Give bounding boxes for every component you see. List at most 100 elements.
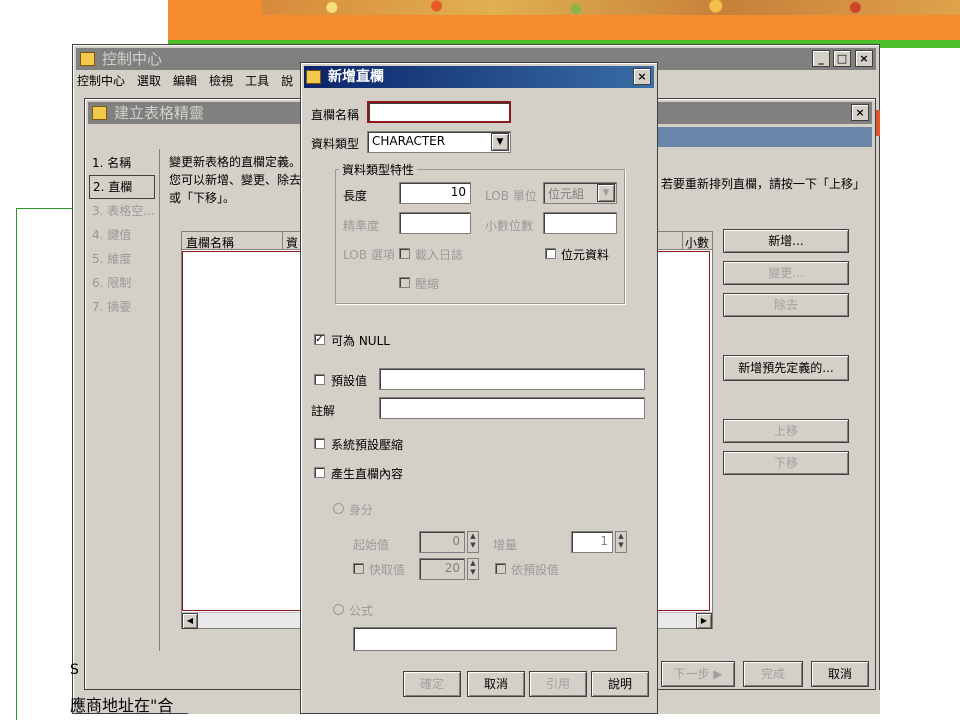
finish-button[interactable]: 完成 — [743, 661, 803, 687]
dialog-cancel-button[interactable]: 取消 — [467, 671, 525, 697]
step-constraints[interactable]: 6. 限制 — [89, 271, 155, 295]
remove-column-button[interactable]: 除去 — [723, 293, 849, 317]
step-summary[interactable]: 7. 摘要 — [89, 295, 155, 319]
header-scale[interactable]: 小數 — [685, 234, 709, 251]
nullable-checkbox[interactable]: ✓ — [314, 334, 325, 345]
dialog-close-button[interactable]: × — [633, 68, 651, 85]
add-predefined-button[interactable]: 新增預先定義的... — [723, 355, 849, 381]
maximize-button[interactable]: □ — [833, 50, 851, 67]
menu-item-view[interactable]: 檢視 — [209, 71, 233, 91]
wizard-banner — [657, 127, 872, 147]
length-label: 長度 — [343, 189, 368, 203]
comment-label: 註解 — [311, 404, 336, 418]
default-increment-label: 依預設值 — [511, 563, 560, 577]
data-type-properties-title: 資料類型特性 — [339, 161, 418, 178]
change-column-button[interactable]: 變更... — [723, 261, 849, 285]
logged-checkbox[interactable] — [399, 248, 410, 259]
column-name-input[interactable] — [367, 101, 511, 123]
header-column-name[interactable]: 直欄名稱 — [186, 234, 234, 251]
compact-label: 壓縮 — [415, 277, 440, 291]
add-column-button[interactable]: 新增... — [723, 229, 849, 253]
lob-unit-label: LOB 單位 — [485, 189, 537, 203]
minimize-button[interactable]: _ — [812, 50, 830, 67]
dialog-title: 新增直欄 — [328, 69, 384, 85]
start-spinner-icon[interactable]: ▲ ▼ — [467, 531, 479, 553]
help-button[interactable]: 說明 — [591, 671, 649, 697]
step-keys[interactable]: 4. 鍵值 — [89, 223, 155, 247]
menu-item-edit[interactable]: 編輯 — [173, 71, 197, 91]
generate-column-label: 產生直欄內容 — [331, 467, 404, 481]
move-up-button[interactable]: 上移 — [723, 419, 849, 443]
lob-unit-value: 位元組 — [548, 187, 585, 201]
increment-input[interactable]: 1 — [571, 531, 613, 553]
lob-options-label: LOB 選項 — [343, 248, 395, 262]
increment-spinner-icon[interactable]: ▲ ▼ — [615, 531, 627, 553]
default-checkbox[interactable] — [314, 374, 325, 385]
system-compress-label: 系統預設壓縮 — [331, 438, 404, 452]
step-tablespace[interactable]: 3. 表格空... — [89, 199, 155, 223]
default-value-input[interactable] — [379, 368, 645, 390]
dialog-icon — [306, 70, 321, 84]
scale-input[interactable] — [543, 212, 617, 234]
header-divider-right — [682, 232, 683, 250]
lob-unit-chevron-icon[interactable]: ▼ — [597, 184, 615, 202]
formula-radio[interactable] — [333, 604, 344, 615]
wizard-icon — [92, 106, 107, 120]
slide-banner-flowers — [262, 0, 960, 15]
wizard-description-right: 若要重新排列直欄，請按一下「上移」 — [661, 177, 866, 191]
next-button[interactable]: 下一步 ▶ — [661, 661, 735, 687]
slide-bottom-text-top: S — [70, 662, 79, 678]
identity-label: 身分 — [349, 503, 374, 517]
precision-input[interactable] — [399, 212, 471, 234]
add-column-dialog: 新增直欄 × 直欄名稱 資料類型 CHARACTER ▼ 資料類型特性 長度 1… — [300, 62, 658, 714]
scroll-left-arrow-icon[interactable]: ◀ — [182, 613, 198, 629]
ok-button[interactable]: 確定 — [403, 671, 461, 697]
increment-value: 1 — [600, 534, 608, 548]
wizard-description-3: 或「下移」。 — [169, 191, 236, 205]
menu-item-control-center[interactable]: 控制中心 — [77, 71, 125, 91]
compact-checkbox[interactable] — [399, 277, 410, 288]
comment-input[interactable] — [379, 397, 645, 419]
formula-label: 公式 — [349, 604, 374, 618]
default-increment-checkbox[interactable] — [495, 563, 506, 574]
menu-item-help[interactable]: 說 — [281, 71, 293, 91]
step-columns[interactable]: 2. 直欄 — [89, 175, 155, 199]
generate-column-checkbox[interactable] — [314, 467, 325, 478]
step-name[interactable]: 1. 名稱 — [89, 151, 155, 175]
apply-button[interactable]: 引用 — [529, 671, 587, 697]
precision-label: 精準度 — [343, 219, 380, 233]
move-down-button[interactable]: 下移 — [723, 451, 849, 475]
system-compress-checkbox[interactable] — [314, 438, 325, 449]
cache-value: 20 — [444, 561, 460, 575]
length-input[interactable]: 10 — [399, 182, 471, 204]
wizard-title: 建立表格精靈 — [114, 104, 205, 122]
cache-label: 快取值 — [369, 563, 406, 577]
step-dimensions[interactable]: 5. 維度 — [89, 247, 155, 271]
header-divider — [282, 232, 283, 250]
wizard-cancel-button[interactable]: 取消 — [811, 661, 869, 687]
cache-spinner-icon[interactable]: ▲ ▼ — [467, 558, 479, 580]
start-label: 起始值 — [353, 538, 390, 552]
lob-unit-select[interactable]: 位元組 ▼ — [543, 182, 617, 204]
scroll-right-arrow-icon[interactable]: ▶ — [696, 613, 712, 629]
column-name-label: 直欄名稱 — [311, 108, 360, 122]
wizard-close-button[interactable]: × — [851, 104, 869, 121]
cache-input[interactable]: 20 — [419, 558, 465, 580]
wizard-description-2: 您可以新增、變更、除去 — [169, 173, 302, 187]
increment-label: 增量 — [493, 538, 518, 552]
slide-guide-line-vertical — [16, 208, 17, 720]
chevron-down-icon[interactable]: ▼ — [491, 133, 509, 151]
start-input[interactable]: 0 — [419, 531, 465, 553]
data-type-select[interactable]: CHARACTER ▼ — [367, 131, 511, 153]
menu-item-tools[interactable]: 工具 — [245, 71, 269, 91]
data-type-value: CHARACTER — [372, 134, 446, 148]
close-button[interactable]: × — [855, 50, 873, 67]
header-data-type[interactable]: 資 — [286, 234, 298, 251]
cache-checkbox[interactable] — [353, 563, 364, 574]
formula-input[interactable] — [353, 627, 617, 651]
bit-data-checkbox[interactable] — [545, 248, 556, 259]
identity-radio[interactable] — [333, 503, 344, 514]
menu-item-select[interactable]: 選取 — [137, 71, 161, 91]
control-center-title: 控制中心 — [102, 50, 163, 68]
default-label: 預設值 — [331, 374, 368, 388]
